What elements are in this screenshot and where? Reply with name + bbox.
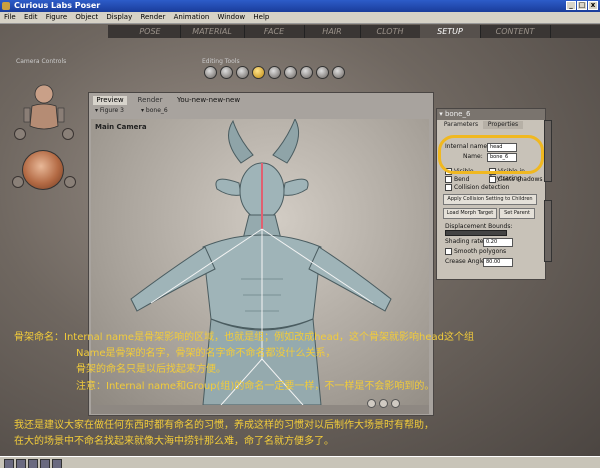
poser-app-window: Curious Labs Poser _ □ x File Edit Figur… (0, 0, 600, 468)
color-tool-icon[interactable] (316, 66, 329, 79)
collision-check-icon (445, 184, 452, 191)
smooth-check-icon (445, 248, 452, 255)
set-parent-button[interactable]: Set Parent (499, 208, 535, 219)
editing-tools-label: Editing Tools (202, 58, 240, 65)
chain-break-tool-icon[interactable] (300, 66, 313, 79)
taskbar-item-5-icon[interactable] (52, 459, 62, 468)
smooth-polygons-checkbox[interactable]: Smooth polygons (445, 248, 506, 255)
menu-animation[interactable]: Animation (174, 13, 210, 21)
annotation-line-6: 在大的场景中不命名找起来就像大海中捞针那么难，命了名就方便多了。 (14, 436, 334, 447)
shadows-text: Casts shadows (498, 176, 543, 183)
shadows-check-icon (489, 176, 496, 183)
tab-parameters[interactable]: Parameters (441, 121, 481, 129)
taskbar-item-1-icon[interactable] (4, 459, 14, 468)
bend-text: Bend (454, 176, 470, 183)
maximize-button[interactable]: □ (577, 1, 587, 10)
preview-control-3-icon[interactable] (391, 399, 400, 408)
menu-display[interactable]: Display (106, 13, 132, 21)
preview-control-2-icon[interactable] (379, 399, 388, 408)
taper-tool-icon[interactable] (284, 66, 297, 79)
twist-tool-icon[interactable] (220, 66, 233, 79)
trackball-icon[interactable] (22, 150, 64, 190)
collision-text: Collision detection (454, 184, 510, 191)
menu-figure[interactable]: Figure (46, 13, 67, 21)
name-fields-highlight (438, 135, 544, 174)
tab-cloth[interactable]: CLOTH (360, 25, 421, 38)
casts-shadows-checkbox[interactable]: Casts shadows (489, 176, 543, 183)
crease-angle-label: Crease Angle: (445, 258, 487, 265)
figure-select[interactable]: ▾ Figure 3 (95, 107, 124, 114)
taskbar-item-4-icon[interactable] (40, 459, 50, 468)
smooth-text: Smooth polygons (454, 248, 507, 255)
tab-face[interactable]: FACE (244, 25, 305, 38)
room-tabs: POSE MATERIAL FACE HAIR CLOTH SETUP CONT… (108, 25, 600, 38)
camera-controls-label: Camera Controls (16, 58, 67, 65)
minimize-button[interactable]: _ (566, 1, 576, 10)
tab-preview[interactable]: Preview (93, 96, 127, 105)
viewport-camera-label: Main Camera (95, 123, 147, 131)
properties-panel: ▾ bone_6 Parameters Properties Internal … (436, 108, 546, 280)
panel-side-tab-lower[interactable] (544, 200, 552, 262)
crease-angle-field[interactable]: 80.00 (483, 258, 513, 267)
scale-tool-icon[interactable] (268, 66, 281, 79)
tab-setup[interactable]: SETUP (420, 25, 481, 38)
bend-check-icon (445, 176, 452, 183)
preview-bottom-bar (91, 399, 429, 414)
cam-left-hand-icon[interactable] (14, 128, 26, 140)
figure-select-label: Figure 3 (99, 107, 124, 114)
taskbar (0, 456, 600, 468)
menu-edit[interactable]: Edit (24, 13, 38, 21)
viewport-canvas[interactable]: Main Camera (91, 119, 429, 405)
taskbar-item-3-icon[interactable] (28, 459, 38, 468)
window-title: Curious Labs Poser (14, 1, 101, 10)
displacement-bounds-label: Displacement Bounds: (445, 223, 513, 230)
menu-bar: File Edit Figure Object Display Render A… (0, 12, 600, 24)
translate-in-out-tool-icon[interactable] (252, 66, 265, 79)
panel-title-text: bone_6 (444, 110, 471, 118)
panel-title: ▾ bone_6 (437, 109, 545, 120)
tab-properties[interactable]: Properties (483, 121, 523, 129)
menu-object[interactable]: Object (75, 13, 98, 21)
document-name: You-new-new-new (177, 96, 241, 104)
bend-checkbox[interactable]: Bend (445, 176, 469, 183)
panel-side-tab[interactable] (544, 120, 552, 182)
rotate-tool-icon[interactable] (204, 66, 217, 79)
annotation-line-3: 骨架的命名只是以后找起来方便。 (76, 364, 226, 375)
menu-window[interactable]: Window (218, 13, 246, 21)
tab-pose[interactable]: POSE (120, 25, 181, 38)
collision-detection-checkbox[interactable]: Collision detection (445, 184, 509, 191)
apply-collision-button[interactable]: Apply Collision Setting to Children (443, 194, 537, 205)
load-morph-target-button[interactable]: Load Morph Target (443, 208, 497, 219)
cam-move-xz-icon[interactable] (12, 176, 24, 188)
title-bar: Curious Labs Poser _ □ x (0, 0, 600, 12)
menu-file[interactable]: File (4, 13, 16, 21)
shading-rate-label: Shading rate: (445, 238, 486, 245)
actor-select[interactable]: ▾ bone_6 (141, 107, 168, 114)
cam-right-hand-icon[interactable] (62, 128, 74, 140)
preview-control-1-icon[interactable] (367, 399, 376, 408)
tab-render[interactable]: Render (133, 96, 167, 105)
annotation-line-2: Name是骨架的名字，骨架的名字命不命名都没什么关系， (76, 348, 336, 359)
demon-figure-model[interactable] (91, 119, 429, 405)
grouping-tool-icon[interactable] (332, 66, 345, 79)
displacement-slider[interactable] (445, 230, 507, 236)
shading-rate-field[interactable]: 0.20 (483, 238, 513, 247)
annotation-line-5: 我还是建议大家在做任何东西时都有命名的习惯，养成这样的习惯对以后制作大场景时有帮… (14, 420, 434, 431)
tab-material[interactable]: MATERIAL (180, 25, 245, 38)
annotation-line-4: 注意：Internal name和Group(组)的命名一定要一样，不一样是不会… (76, 381, 435, 392)
menu-help[interactable]: Help (253, 13, 269, 21)
close-button[interactable]: x (588, 1, 598, 10)
camera-head-figure[interactable] (20, 82, 68, 142)
translate-tool-icon[interactable] (236, 66, 249, 79)
tab-hair[interactable]: HAIR (304, 25, 361, 38)
app-icon (2, 2, 10, 10)
annotation-line-1: 骨架命名：Internal name是骨架影响的区域，也就是组；例如改成head… (14, 332, 475, 343)
menu-render[interactable]: Render (140, 13, 165, 21)
taskbar-item-2-icon[interactable] (16, 459, 26, 468)
tab-content[interactable]: CONTENT (480, 25, 551, 38)
actor-select-label: bone_6 (145, 107, 168, 114)
cam-move-xy-icon[interactable] (64, 176, 76, 188)
